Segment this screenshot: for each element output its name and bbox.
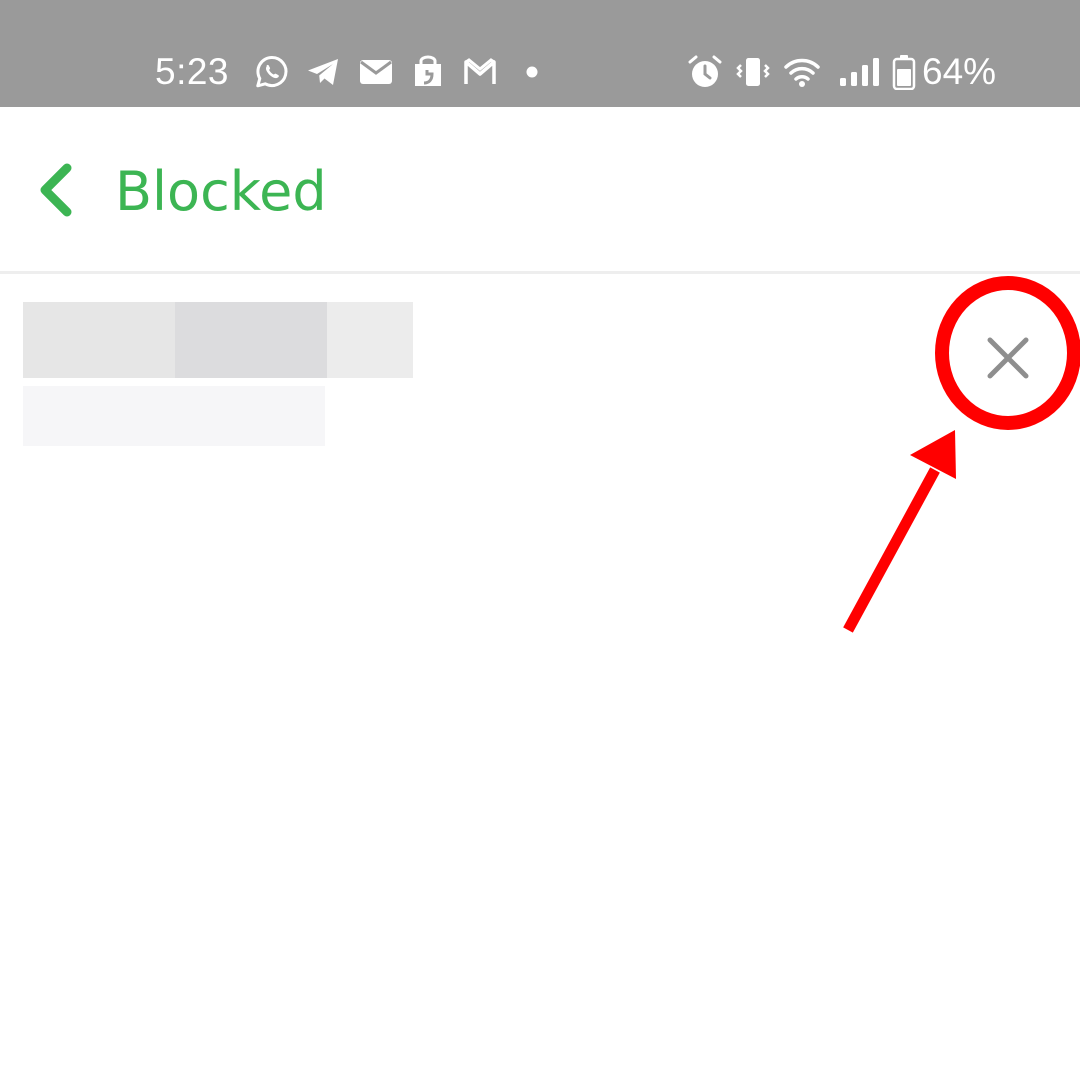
status-time: 5:23 bbox=[155, 51, 230, 92]
redaction-block bbox=[175, 302, 327, 378]
wifi-icon bbox=[784, 54, 820, 90]
telegram-icon bbox=[305, 54, 341, 90]
page-title: Blocked bbox=[115, 160, 327, 223]
alarm-icon bbox=[687, 54, 723, 90]
signal-icon bbox=[838, 54, 884, 90]
app-header: Blocked bbox=[0, 107, 1080, 274]
gmail-icon bbox=[462, 54, 498, 90]
close-icon bbox=[987, 337, 1029, 379]
more-dot-icon bbox=[514, 54, 550, 90]
redacted-username bbox=[23, 302, 413, 378]
battery-icon bbox=[892, 54, 916, 90]
blocked-screen: 5:23 64% Blocked bbox=[0, 0, 1080, 1070]
status-bar: 5:23 64% bbox=[0, 0, 1080, 107]
redaction-block bbox=[327, 302, 413, 378]
shopping-bag-icon bbox=[410, 54, 446, 90]
redaction-block bbox=[23, 302, 175, 378]
whatsapp-icon bbox=[254, 54, 290, 90]
vibrate-icon bbox=[735, 54, 771, 90]
blocked-user-row bbox=[0, 274, 1080, 464]
chevron-left-icon bbox=[40, 163, 72, 217]
unblock-button[interactable] bbox=[980, 330, 1036, 386]
back-button[interactable] bbox=[30, 162, 86, 218]
redacted-subtitle bbox=[23, 386, 325, 446]
mail-icon bbox=[358, 54, 394, 90]
battery-percent: 64% bbox=[922, 51, 997, 92]
